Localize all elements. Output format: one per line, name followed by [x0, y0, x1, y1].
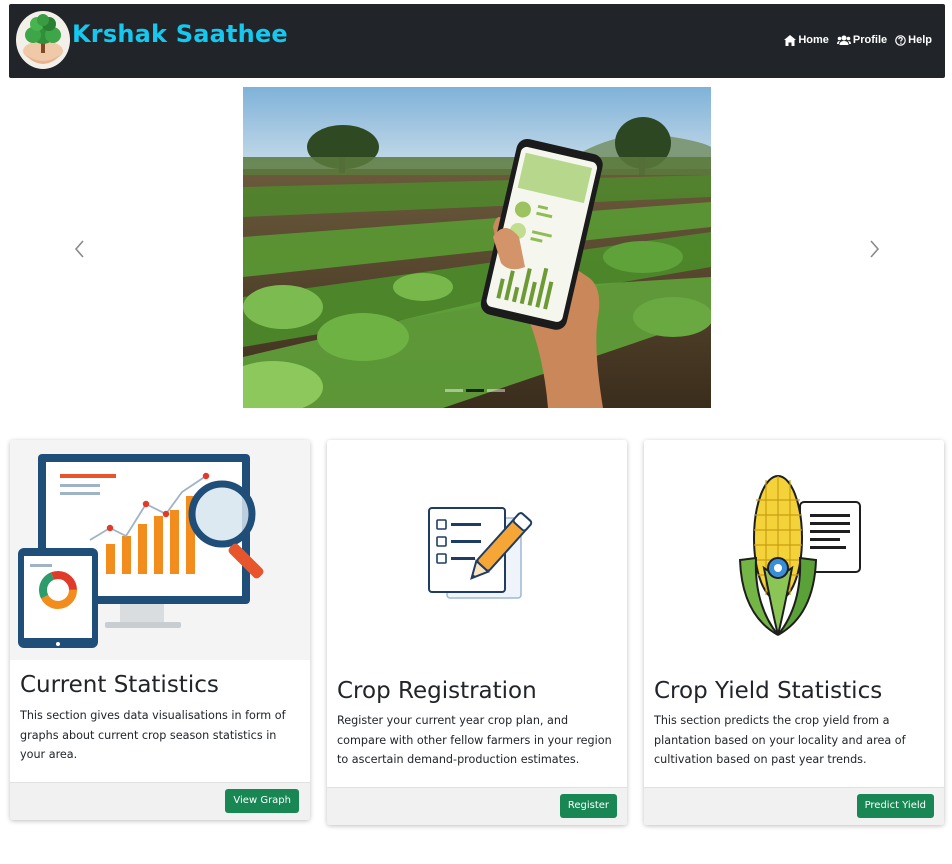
carousel-indicator-1[interactable]	[445, 389, 463, 392]
nav-help-label: Help	[908, 34, 932, 46]
home-icon	[784, 34, 797, 46]
card-crop-yield-statistics: Crop Yield Statistics This section predi…	[644, 440, 944, 825]
nav-home-label: Home	[798, 34, 829, 46]
predict-yield-button[interactable]: Predict Yield	[856, 794, 934, 818]
card-description: This section predicts the crop yield fro…	[654, 714, 906, 766]
carousel-indicator-2[interactable]	[466, 389, 484, 392]
card-footer: View Graph	[10, 782, 310, 820]
corn-report-icon	[644, 440, 944, 665]
statistics-dashboard-icon	[10, 440, 310, 660]
card-current-statistics: Current Statistics This section gives da…	[10, 440, 310, 820]
card-crop-registration: Crop Registration Register your current …	[327, 440, 627, 825]
nav-profile-link[interactable]: Profile	[836, 34, 888, 46]
brand-name[interactable]: Krshak Saathee	[72, 20, 288, 48]
view-graph-button[interactable]: View Graph	[225, 789, 299, 813]
carousel-indicator-3[interactable]	[487, 389, 505, 392]
card-title: Crop Registration	[337, 678, 537, 704]
card-title: Crop Yield Statistics	[654, 678, 883, 704]
users-icon	[836, 35, 851, 45]
chevron-left-icon	[74, 240, 84, 258]
carousel	[0, 87, 952, 409]
nav-profile-label: Profile	[852, 34, 888, 46]
card-footer: Predict Yield	[644, 787, 944, 825]
nav-links: Home Profile Help	[784, 34, 932, 46]
carousel-slide-image	[243, 87, 711, 408]
logo-tree-icon[interactable]	[16, 11, 70, 69]
nav-home-link[interactable]: Home	[784, 34, 829, 46]
card-description: Register your current year crop plan, an…	[337, 714, 612, 766]
carousel-indicators	[445, 389, 505, 392]
card-footer: Register	[327, 787, 627, 825]
card-description: This section gives data visualisations i…	[20, 709, 286, 761]
checklist-pen-icon	[327, 440, 627, 665]
question-circle-icon	[895, 34, 906, 46]
carousel-next-button[interactable]	[864, 237, 884, 261]
register-button[interactable]: Register	[559, 794, 617, 818]
card-title: Current Statistics	[20, 672, 219, 698]
navbar: Krshak Saathee Home Profile Help	[9, 4, 945, 78]
nav-help-link[interactable]: Help	[895, 34, 932, 46]
chevron-right-icon	[870, 240, 880, 258]
carousel-prev-button[interactable]	[70, 237, 90, 261]
